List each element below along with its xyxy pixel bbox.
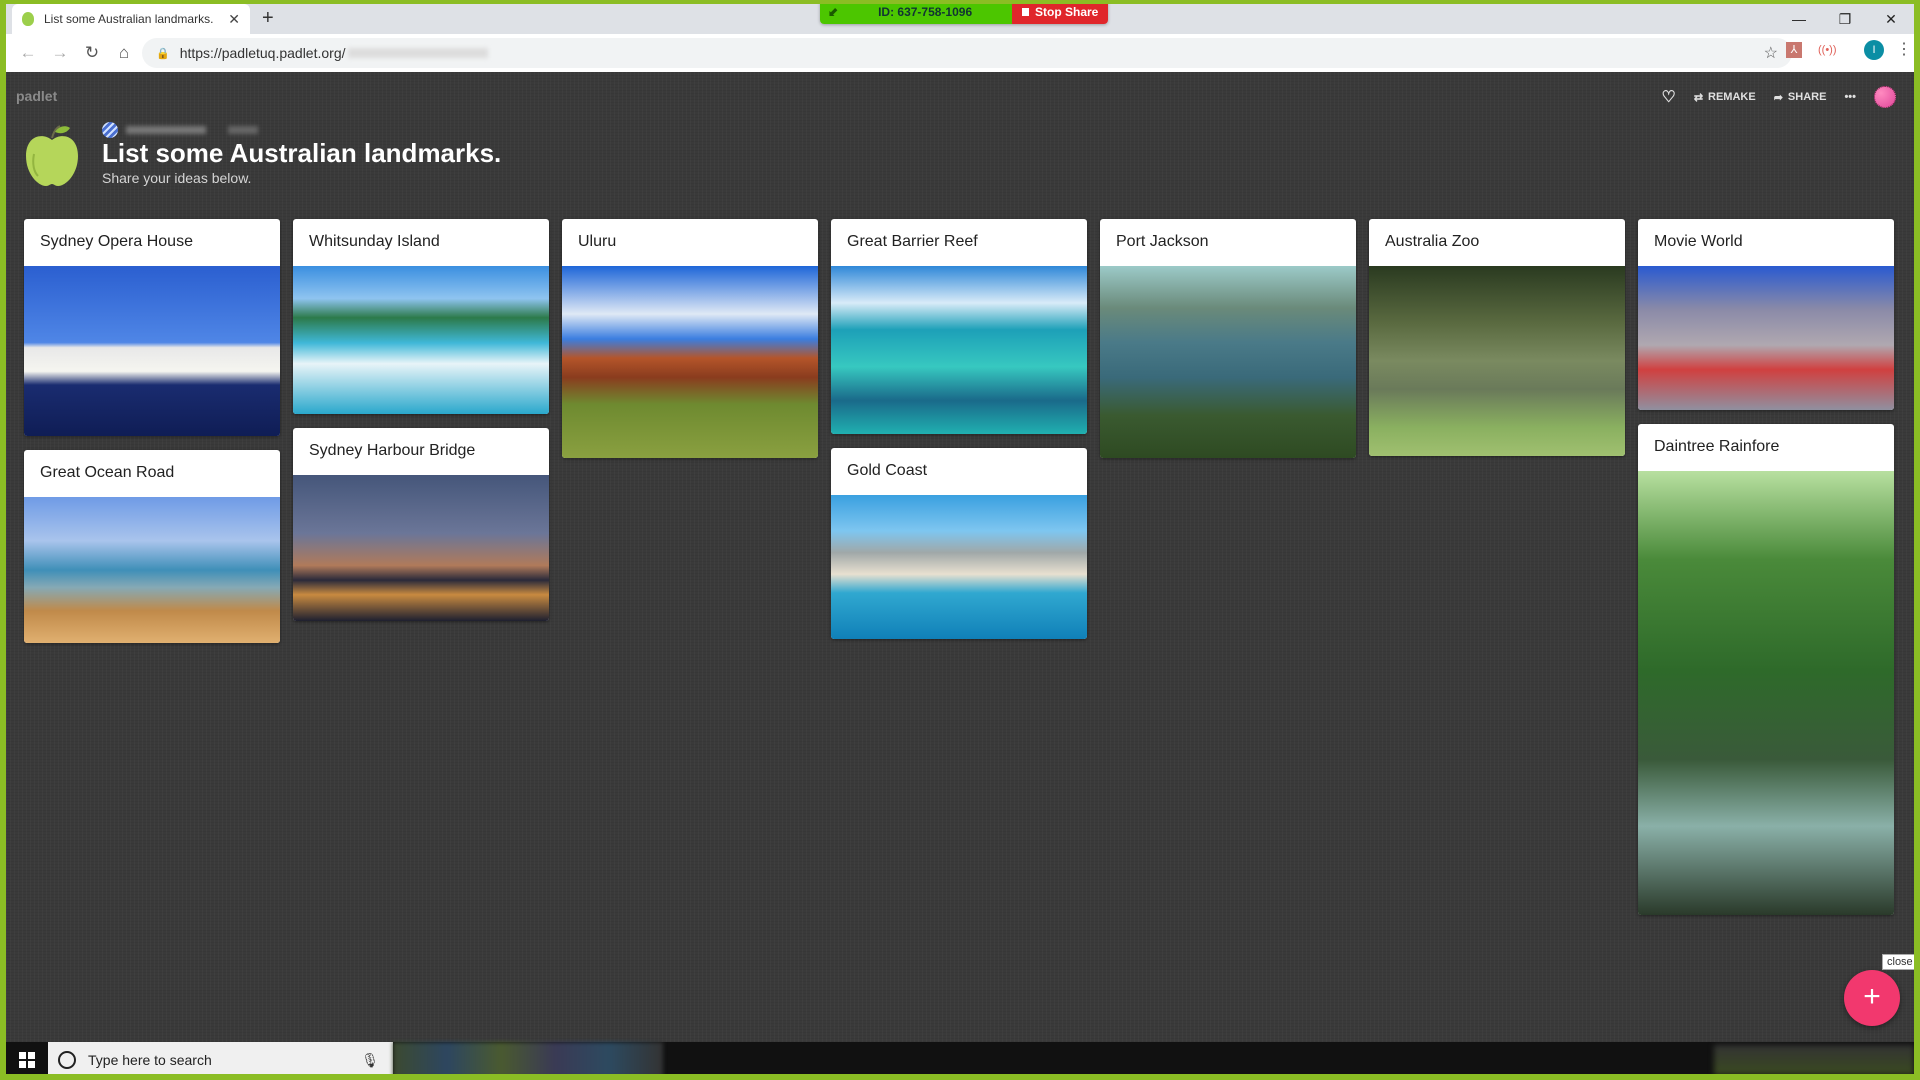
add-post-button[interactable]: + bbox=[1844, 970, 1900, 1026]
stop-share-label: Stop Share bbox=[1035, 5, 1099, 19]
post-card[interactable]: Great Ocean Road bbox=[24, 450, 280, 643]
post-card[interactable]: Australia Zoo bbox=[1369, 219, 1625, 456]
close-tooltip: close bbox=[1882, 954, 1914, 970]
cast-extension-icon[interactable]: ((•)) bbox=[1818, 44, 1837, 56]
tab-strip: List some Australian landmarks. ✕ + ⬋ ID… bbox=[6, 4, 1914, 34]
restore-button[interactable]: ❐ bbox=[1822, 4, 1868, 34]
post-image[interactable] bbox=[1638, 266, 1894, 410]
tab-title: List some Australian landmarks. bbox=[44, 12, 214, 26]
post-image[interactable] bbox=[24, 266, 280, 436]
browser-window: List some Australian landmarks. ✕ + ⬋ ID… bbox=[6, 4, 1914, 1074]
windows-taskbar: Type here to search 🎙 bbox=[6, 1042, 1914, 1074]
post-card[interactable]: Whitsunday Island bbox=[293, 219, 549, 414]
windows-logo-icon bbox=[19, 1052, 35, 1068]
post-card[interactable]: Gold Coast bbox=[831, 448, 1087, 639]
cortana-icon bbox=[58, 1051, 76, 1069]
tab-close-icon[interactable]: ✕ bbox=[228, 11, 240, 28]
post-card[interactable]: Sydney Harbour Bridge bbox=[293, 428, 549, 621]
post-image[interactable] bbox=[831, 266, 1087, 434]
author-avatar bbox=[102, 122, 118, 138]
zoom-arrow-icon: ⬋ bbox=[828, 5, 839, 19]
start-button[interactable] bbox=[6, 1042, 48, 1074]
back-button[interactable]: ← bbox=[12, 43, 44, 63]
post-time-redacted bbox=[228, 126, 258, 134]
padlet-subtitle: Share your ideas below. bbox=[102, 170, 252, 186]
apple-favicon-icon bbox=[22, 12, 34, 26]
taskbar-apps-blurred[interactable] bbox=[393, 1042, 663, 1074]
heart-icon[interactable]: ♡ bbox=[1661, 87, 1675, 107]
taskbar-search[interactable]: Type here to search 🎙 bbox=[48, 1042, 393, 1074]
address-bar[interactable]: 🔒 https://padletuq.padlet.org/ ☆ bbox=[142, 38, 1792, 68]
post-image[interactable] bbox=[831, 495, 1087, 639]
close-window-button[interactable]: ✕ bbox=[1868, 4, 1914, 34]
post-image[interactable] bbox=[24, 497, 280, 643]
bookmark-star-icon[interactable]: ☆ bbox=[1764, 43, 1778, 63]
post-image[interactable] bbox=[293, 475, 549, 621]
padlet-title: List some Australian landmarks. bbox=[102, 138, 502, 168]
new-tab-button[interactable]: + bbox=[262, 7, 274, 30]
padlet-toolbar: ♡ ⇄ REMAKE ➦ SHARE ••• bbox=[1661, 86, 1896, 108]
post-card[interactable]: Great Barrier Reef bbox=[831, 219, 1087, 434]
post-image[interactable] bbox=[1369, 266, 1625, 456]
profile-avatar[interactable]: I bbox=[1864, 40, 1884, 60]
post-card[interactable]: Uluru bbox=[562, 219, 818, 458]
post-card[interactable]: Movie World bbox=[1638, 219, 1894, 410]
search-placeholder: Type here to search bbox=[88, 1052, 212, 1068]
post-card[interactable]: Daintree Rainfore bbox=[1638, 424, 1894, 915]
lock-icon: 🔒 bbox=[156, 47, 170, 60]
remake-button[interactable]: ⇄ REMAKE bbox=[1694, 91, 1756, 104]
navigation-bar: ← → ↻ ⌂ 🔒 https://padletuq.padlet.org/ ☆… bbox=[6, 34, 1914, 72]
post-title: Gold Coast bbox=[847, 462, 928, 479]
home-button[interactable]: ⌂ bbox=[108, 43, 140, 63]
post-image[interactable] bbox=[1100, 266, 1356, 458]
window-controls: — ❐ ✕ bbox=[1776, 4, 1914, 34]
author-name-redacted bbox=[126, 126, 206, 134]
padlet-logo[interactable]: padlet bbox=[16, 88, 57, 104]
post-title: Sydney Harbour Bridge bbox=[309, 442, 476, 459]
share-label: SHARE bbox=[1787, 91, 1827, 103]
post-card[interactable]: Port Jackson bbox=[1100, 219, 1356, 458]
share-arrow-icon: ➦ bbox=[1773, 91, 1783, 104]
url-text: https://padletuq.padlet.org/ bbox=[179, 45, 346, 61]
microphone-icon[interactable]: 🎙 bbox=[361, 1052, 379, 1069]
post-card[interactable]: Sydney Opera House bbox=[24, 219, 280, 436]
browser-menu-icon[interactable]: ⋮ bbox=[1896, 39, 1912, 59]
post-title: Daintree Rainfore bbox=[1654, 438, 1780, 455]
more-options-button[interactable]: ••• bbox=[1844, 91, 1856, 103]
post-image[interactable] bbox=[293, 266, 549, 414]
post-title: Australia Zoo bbox=[1385, 233, 1480, 250]
post-title: Whitsunday Island bbox=[309, 233, 440, 250]
padlet-board: padlet ♡ ⇄ REMAKE ➦ SHARE ••• List some … bbox=[6, 72, 1914, 1042]
post-title: Sydney Opera House bbox=[40, 233, 193, 250]
post-title: Port Jackson bbox=[1116, 233, 1209, 250]
stop-icon bbox=[1022, 8, 1029, 16]
system-tray-blurred[interactable] bbox=[1714, 1045, 1914, 1074]
browser-tab[interactable]: List some Australian landmarks. ✕ bbox=[12, 4, 250, 34]
zoom-share-bar: ⬋ ID: 637-758-1096 Stop Share bbox=[820, 4, 1109, 24]
user-avatar[interactable] bbox=[1874, 86, 1896, 108]
forward-button[interactable]: → bbox=[44, 43, 76, 63]
post-title: Great Ocean Road bbox=[40, 464, 175, 481]
post-image[interactable] bbox=[562, 266, 818, 458]
pdf-extension-icon[interactable]: ⅄ bbox=[1786, 42, 1802, 58]
post-image[interactable] bbox=[1638, 471, 1894, 915]
url-path-redacted bbox=[347, 48, 488, 58]
remake-icon: ⇄ bbox=[1693, 91, 1704, 104]
stop-share-button[interactable]: Stop Share bbox=[1012, 4, 1109, 24]
meeting-id-text: ID: 637-758-1096 bbox=[878, 5, 973, 19]
zoom-meeting-id: ⬋ ID: 637-758-1096 bbox=[820, 4, 1012, 24]
apple-icon bbox=[26, 125, 78, 186]
reload-button[interactable]: ↻ bbox=[76, 43, 108, 63]
share-button[interactable]: ➦ SHARE bbox=[1774, 91, 1827, 104]
author-meta bbox=[102, 122, 258, 138]
post-title: Great Barrier Reef bbox=[847, 233, 978, 250]
minimize-button[interactable]: — bbox=[1776, 4, 1822, 34]
remake-label: REMAKE bbox=[1708, 91, 1756, 103]
post-title: Uluru bbox=[578, 233, 617, 250]
post-title: Movie World bbox=[1654, 233, 1743, 250]
